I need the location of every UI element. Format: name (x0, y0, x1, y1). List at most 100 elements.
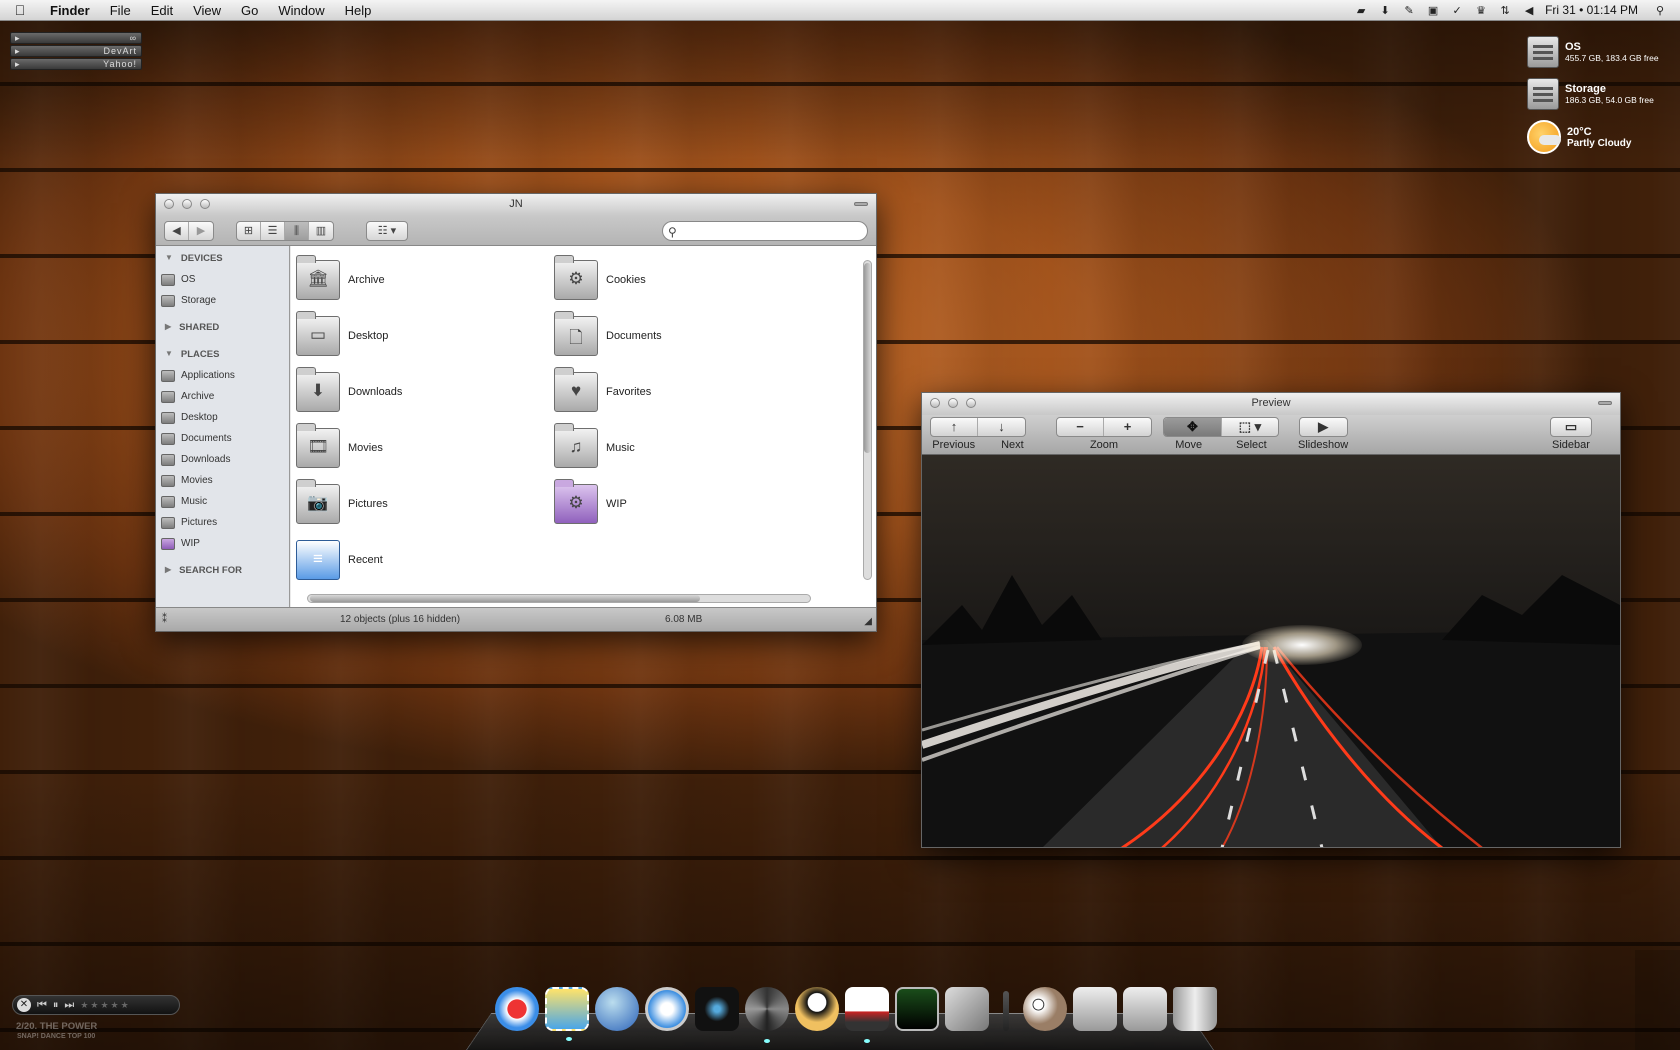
sidebar-item-applications[interactable]: Applications (156, 365, 289, 386)
sidebar-item-wip[interactable]: WIP (156, 533, 289, 554)
launcher-row[interactable]: ▸ DevArt (10, 45, 142, 57)
close-icon[interactable]: ✕ (17, 998, 31, 1012)
file-item-downloads[interactable]: ⬇ Downloads (296, 364, 554, 420)
vertical-scrollbar[interactable] (863, 260, 872, 580)
gamepad-icon[interactable]: ▣ (1421, 4, 1445, 17)
sidebar-shared-header[interactable]: ▶ SHARED (156, 317, 289, 338)
documents-folder-icon: 🗋 (554, 311, 598, 356)
coverflow-view-button[interactable]: ▥ (309, 222, 333, 240)
minimize-button[interactable] (948, 398, 958, 408)
search-input[interactable]: ⚲ (662, 221, 868, 241)
mail-icon[interactable] (545, 987, 589, 1041)
itunes-icon[interactable] (695, 987, 739, 1031)
crown-icon[interactable]: ♛ (1469, 4, 1493, 17)
downloads-stack-icon[interactable] (1123, 987, 1167, 1031)
toolbar-toggle-button[interactable] (854, 202, 868, 206)
sidebar-item-pictures[interactable]: Pictures (156, 512, 289, 533)
menu-finder[interactable]: Finder (40, 3, 100, 18)
file-item-desktop[interactable]: ▭ Desktop (296, 308, 554, 364)
back-button[interactable]: ◀ (165, 222, 189, 240)
file-item-recent[interactable]: ≡ Recent (296, 532, 554, 588)
spotlight-icon[interactable]: ⚲ (1648, 4, 1672, 17)
zoom-out-button[interactable]: − (1057, 418, 1104, 436)
sidebar-item-documents[interactable]: Documents (156, 428, 289, 449)
file-item-music[interactable]: ♫ Music (554, 420, 812, 476)
resize-grip-icon[interactable]: ◢ (864, 616, 872, 627)
preview-titlebar[interactable]: Preview (922, 393, 1620, 415)
pen-icon[interactable]: ✎ (1397, 4, 1421, 17)
truck-icon[interactable] (845, 987, 889, 1043)
forward-button[interactable]: ▶ (189, 222, 213, 240)
path-icon[interactable]: ⁑ (162, 614, 167, 625)
favorites-stack-icon[interactable] (1073, 987, 1117, 1031)
launcher-row[interactable]: ▸ ∞ (10, 32, 142, 44)
file-item-favorites[interactable]: ♥ Favorites (554, 364, 812, 420)
arrange-button[interactable]: ☷ ▾ (367, 222, 407, 240)
check-icon[interactable]: ✓ (1445, 4, 1469, 17)
menu-go[interactable]: Go (231, 3, 268, 18)
panda-icon[interactable] (795, 987, 839, 1031)
file-item-movies[interactable]: 🎞 Movies (296, 420, 554, 476)
file-item-wip[interactable]: ⚙ WIP (554, 476, 812, 532)
volume-icon[interactable]: ◀ (1517, 4, 1541, 17)
slideshow-button[interactable]: ▶ (1300, 418, 1347, 436)
apple-icon[interactable]:  (0, 2, 40, 18)
dvd-icon[interactable] (745, 987, 789, 1043)
sidebar-devices-header[interactable]: ▼ DEVICES (156, 248, 289, 269)
scroll-thumb[interactable] (310, 595, 700, 602)
owl-icon[interactable] (1023, 987, 1067, 1031)
zoom-in-button[interactable]: + (1104, 418, 1151, 436)
sidebar-item-desktop[interactable]: Desktop (156, 407, 289, 428)
terminal-icon[interactable] (895, 987, 939, 1031)
move-tool-button[interactable]: ✥ (1164, 418, 1222, 436)
previous-button[interactable]: ↑ (931, 418, 978, 436)
minimize-button[interactable] (182, 199, 192, 209)
trash-icon[interactable] (1173, 987, 1217, 1031)
scroll-thumb[interactable] (864, 263, 871, 453)
sidebar-search-header[interactable]: ▶ SEARCH FOR (156, 560, 289, 581)
zoom-button[interactable] (200, 199, 210, 209)
horizontal-scrollbar[interactable] (307, 594, 811, 603)
file-item-cookies[interactable]: ⚙ Cookies (554, 252, 812, 308)
icon-view-button[interactable]: ⊞ (237, 222, 261, 240)
close-button[interactable] (164, 199, 174, 209)
file-item-archive[interactable]: 🏛 Archive (296, 252, 554, 308)
menu-window[interactable]: Window (268, 3, 334, 18)
sidebar-item-archive[interactable]: Archive (156, 386, 289, 407)
toolbar-toggle-button[interactable] (1598, 401, 1612, 405)
launcher-row[interactable]: ▸ Yahoo! (10, 58, 142, 70)
sidebar-item-movies[interactable]: Movies (156, 470, 289, 491)
previous-track-icon[interactable]: ⏮ (37, 999, 47, 1012)
sidebar-item-music[interactable]: Music (156, 491, 289, 512)
zoom-button[interactable] (966, 398, 976, 408)
close-button[interactable] (930, 398, 940, 408)
sidebar-item-downloads[interactable]: Downloads (156, 449, 289, 470)
next-track-icon[interactable]: ⏭ (64, 999, 74, 1012)
menu-file[interactable]: File (100, 3, 141, 18)
network-icon[interactable] (595, 987, 639, 1031)
chat-icon[interactable]: ▰ (1349, 4, 1373, 17)
rating-stars[interactable]: ★★★★★ (80, 1000, 130, 1011)
file-item-documents[interactable]: 🗋 Documents (554, 308, 812, 364)
menu-edit[interactable]: Edit (141, 3, 183, 18)
menu-help[interactable]: Help (335, 3, 382, 18)
photoshop-icon[interactable] (945, 987, 989, 1031)
list-view-button[interactable]: ☰ (261, 222, 285, 240)
file-item-pictures[interactable]: 📷 Pictures (296, 476, 554, 532)
column-view-button[interactable]: ⫼ (285, 222, 309, 240)
menu-clock[interactable]: Fri 31 • 01:14 PM (1541, 3, 1648, 17)
sidebar-toggle-button[interactable]: ▭ (1551, 418, 1591, 436)
finder-titlebar[interactable]: JN (156, 194, 876, 216)
pause-icon[interactable]: ⏸ (53, 999, 59, 1012)
safari-icon[interactable] (645, 987, 689, 1031)
download-icon[interactable]: ⬇ (1373, 4, 1397, 17)
preview-image[interactable] (922, 455, 1620, 847)
sidebar-item-os[interactable]: OS (156, 269, 289, 290)
sidebar-item-storage[interactable]: Storage (156, 290, 289, 311)
sidebar-places-header[interactable]: ▼ PLACES (156, 344, 289, 365)
app-1-icon[interactable] (495, 987, 539, 1031)
select-tool-button[interactable]: ⬚ ▾ (1222, 418, 1278, 436)
next-button[interactable]: ↓ (978, 418, 1025, 436)
menu-view[interactable]: View (183, 3, 231, 18)
sync-icon[interactable]: ⇅ (1493, 4, 1517, 17)
